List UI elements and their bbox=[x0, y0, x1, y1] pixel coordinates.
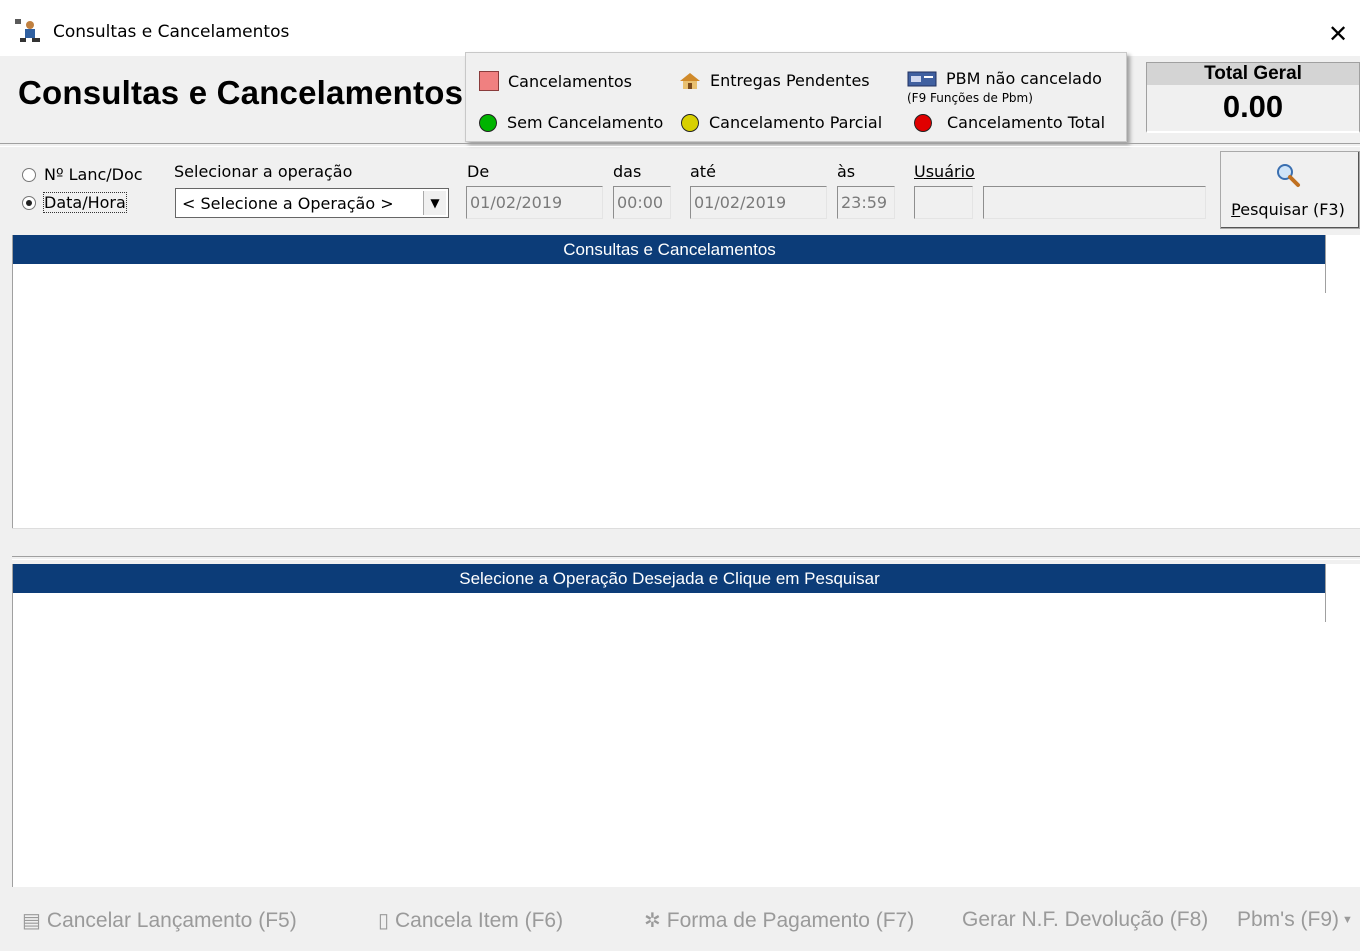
divider bbox=[0, 143, 1360, 147]
total-geral-value: 0.00 bbox=[1222, 89, 1284, 124]
legend-entregas-label: Entregas Pendentes bbox=[710, 71, 870, 90]
legend-total-label: Cancelamento Total bbox=[947, 113, 1106, 132]
document-icon: ▯ bbox=[378, 910, 390, 932]
das-label: das bbox=[613, 162, 642, 181]
chevron-down-icon[interactable]: ▼ bbox=[423, 191, 446, 215]
radio-lanc-doc[interactable]: Nº Lanc/Doc bbox=[22, 165, 143, 184]
radio-indicator-checked[interactable] bbox=[22, 195, 36, 210]
legend-pbm-subtitle: (F9 Funções de Pbm) bbox=[907, 91, 1033, 105]
radio-data-hora-label: Data/Hora bbox=[43, 192, 127, 213]
status-legend: Cancelamentos Entregas Pendentes PBM não… bbox=[465, 52, 1127, 142]
de-label: De bbox=[467, 162, 490, 181]
payment-icon: ✲ bbox=[644, 910, 661, 932]
grid-bottom-edge bbox=[12, 528, 1360, 531]
red-square-icon bbox=[479, 71, 499, 91]
splitter[interactable] bbox=[12, 556, 1360, 560]
consultas-grid[interactable]: Consultas e Cancelamentos bbox=[12, 235, 1326, 528]
legend-pbm: PBM não cancelado bbox=[907, 69, 1102, 88]
forma-pagamento-label: Forma de Pagamento (F7) bbox=[666, 908, 915, 932]
date-to-field[interactable]: 01/02/2019 bbox=[690, 186, 827, 219]
consultas-grid-side bbox=[1325, 235, 1360, 528]
page-title: Consultas e Cancelamentos bbox=[18, 74, 464, 111]
cancelar-lancamento-label: Cancelar Lançamento (F5) bbox=[46, 908, 297, 932]
window-title-bar: Consultas e Cancelamentos ✕ bbox=[0, 0, 1360, 56]
green-dot-icon bbox=[479, 113, 497, 132]
legend-cancelamentos: Cancelamentos bbox=[479, 71, 632, 91]
total-geral-panel: Total Geral 0.00 bbox=[1146, 62, 1360, 133]
card-icon bbox=[907, 71, 937, 86]
search-button-accel: P bbox=[1231, 200, 1241, 219]
radio-data-hora[interactable]: Data/Hora bbox=[22, 192, 127, 213]
pbms-dropdown-button[interactable]: Pbm's (F9) ▼ bbox=[1237, 908, 1353, 932]
search-button[interactable]: Pesquisar (F3) bbox=[1220, 151, 1360, 229]
operation-select-value: < Selecione a Operação > bbox=[182, 194, 394, 213]
search-button-text: esquisar (F3) bbox=[1240, 200, 1345, 219]
chevron-down-icon: ▼ bbox=[1342, 914, 1353, 926]
legend-total: Cancelamento Total bbox=[914, 113, 1105, 132]
total-geral-label: Total Geral bbox=[1147, 63, 1359, 85]
legend-entregas: Entregas Pendentes bbox=[679, 71, 870, 90]
itens-grid-side bbox=[1325, 564, 1360, 887]
legend-parcial-label: Cancelamento Parcial bbox=[709, 113, 883, 132]
itens-grid-header: Selecione a Operação Desejada e Clique e… bbox=[13, 564, 1326, 593]
grid-divider bbox=[1325, 235, 1326, 293]
legend-sem-cancelamento-label: Sem Cancelamento bbox=[507, 113, 664, 132]
cancelar-lancamento-button[interactable]: ▤ Cancelar Lançamento (F5) bbox=[22, 908, 297, 933]
operation-select[interactable]: < Selecione a Operação > ▼ bbox=[175, 188, 449, 218]
search-button-label: Pesquisar (F3) bbox=[1221, 200, 1355, 219]
operation-label: Selecionar a operação bbox=[174, 162, 353, 181]
legend-sem-cancelamento: Sem Cancelamento bbox=[479, 113, 663, 132]
documents-icon: ▤ bbox=[22, 910, 41, 932]
radio-indicator[interactable] bbox=[22, 167, 36, 182]
pbms-label: Pbm's (F9) bbox=[1237, 908, 1340, 931]
time-from-field[interactable]: 00:00 bbox=[613, 186, 671, 219]
house-icon bbox=[680, 72, 700, 89]
red-dot-icon bbox=[914, 113, 932, 132]
gerar-nf-devolucao-button[interactable]: Gerar N.F. Devolução (F8) bbox=[962, 908, 1208, 932]
itens-grid[interactable]: Selecione a Operação Desejada e Clique e… bbox=[12, 564, 1326, 887]
as-label: às bbox=[837, 162, 856, 181]
forma-pagamento-button[interactable]: ✲ Forma de Pagamento (F7) bbox=[644, 908, 914, 933]
radio-lanc-doc-label: Nº Lanc/Doc bbox=[44, 165, 143, 184]
time-to-field[interactable]: 23:59 bbox=[837, 186, 895, 219]
grid-divider bbox=[1325, 564, 1326, 622]
ate-label: até bbox=[690, 162, 716, 181]
yellow-dot-icon bbox=[681, 113, 699, 132]
user-code-field[interactable] bbox=[914, 186, 973, 219]
gerar-nf-devolucao-label: Gerar N.F. Devolução (F8) bbox=[962, 908, 1209, 931]
consultas-grid-header: Consultas e Cancelamentos bbox=[13, 235, 1326, 264]
close-button[interactable]: ✕ bbox=[1318, 14, 1358, 54]
usuario-label: Usuário bbox=[914, 162, 975, 181]
window-title: Consultas e Cancelamentos bbox=[53, 22, 290, 42]
date-from-field[interactable]: 01/02/2019 bbox=[466, 186, 603, 219]
user-name-field[interactable] bbox=[983, 186, 1206, 219]
legend-cancelamentos-label: Cancelamentos bbox=[508, 71, 632, 91]
legend-pbm-label: PBM não cancelado bbox=[946, 69, 1102, 88]
cancela-item-label: Cancela Item (F6) bbox=[395, 908, 564, 932]
cancela-item-button[interactable]: ▯ Cancela Item (F6) bbox=[378, 908, 563, 933]
legend-parcial: Cancelamento Parcial bbox=[681, 113, 882, 132]
magnifier-icon bbox=[1277, 164, 1300, 187]
app-icon bbox=[15, 19, 40, 42]
